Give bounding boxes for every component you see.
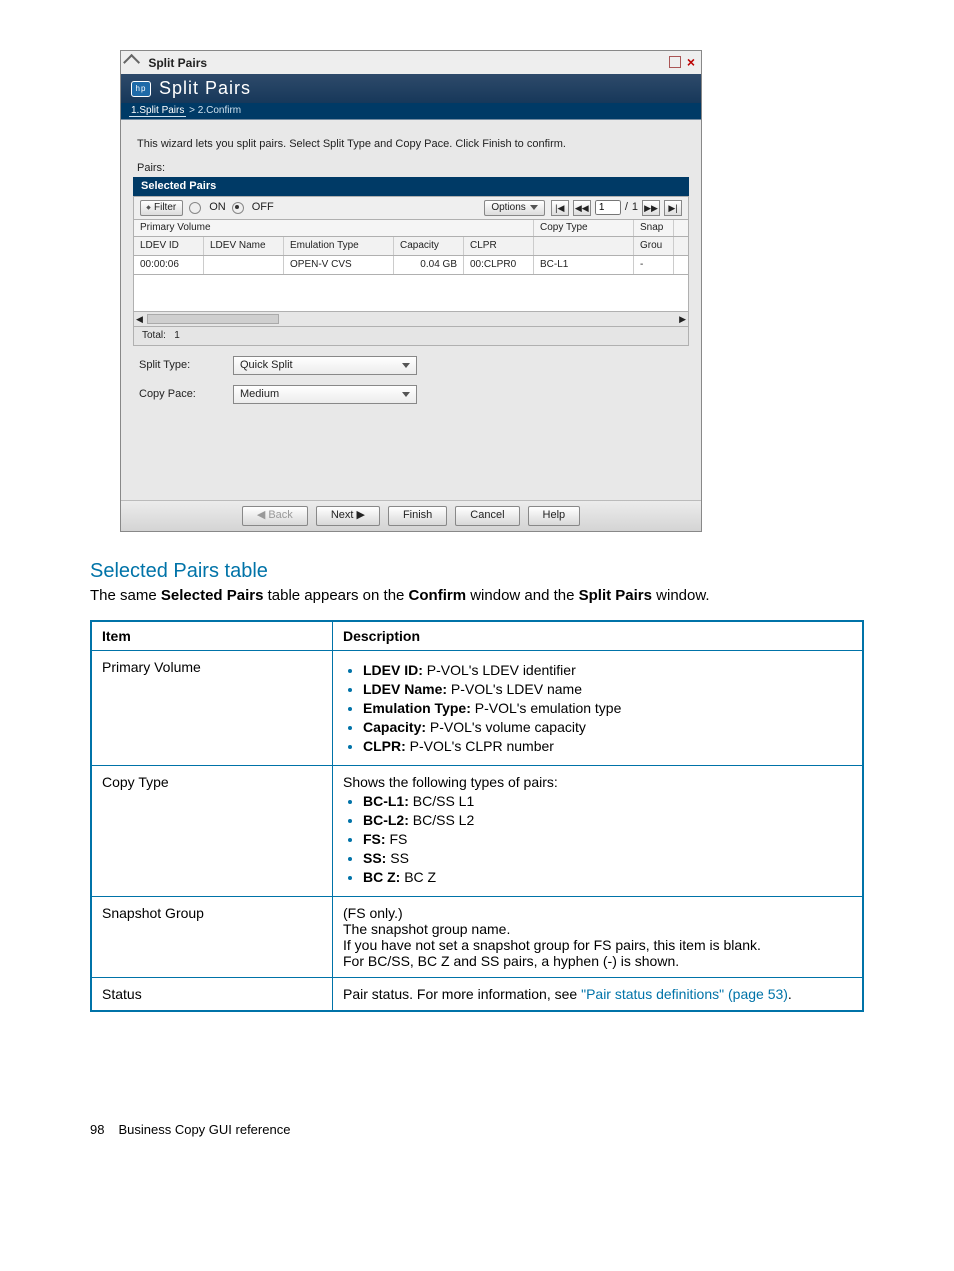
cell-ldev-id: 00:00:06 [134,256,204,274]
th-item: Item [91,621,333,651]
col-ldev-id[interactable]: LDEV ID [134,237,204,255]
copy-pace-row: Copy Pace: Medium [139,385,689,404]
breadcrumb-step2[interactable]: 2.Confirm [198,105,241,116]
page-first-button[interactable]: |◀ [551,200,569,216]
collapse-icon[interactable] [123,54,140,71]
chevron-up-icon [146,206,150,210]
page-last-button[interactable]: ▶| [664,200,682,216]
split-pairs-wizard: Split Pairs × hp Split Pairs 1.Split Pai… [120,50,702,532]
page-prev-button[interactable]: ◀◀ [573,200,591,216]
header-title: Split Pairs [159,78,251,100]
pair-status-link[interactable]: "Pair status definitions" (page 53) [581,986,788,1002]
wizard-description: This wizard lets you split pairs. Select… [137,138,685,151]
col-clpr[interactable]: CLPR [464,237,534,255]
wizard-header: hp Split Pairs [121,74,701,104]
filter-on-label: ON [209,201,226,214]
split-type-select[interactable]: Quick Split [233,356,417,375]
table-toolbar: Filter ON OFF Options |◀ ◀◀ / 1 ▶▶ [133,196,689,220]
filter-off-label: OFF [252,201,274,214]
chapter-name: Business Copy GUI reference [118,1122,290,1137]
horizontal-scrollbar[interactable]: ◀ ▶ [133,312,689,327]
col-emulation-type[interactable]: Emulation Type [284,237,394,255]
desc-cell: (FS only.) The snapshot group name. If y… [333,896,864,977]
pairs-label: Pairs: [137,162,689,175]
split-type-row: Split Type: Quick Split [139,356,689,375]
wizard-footer: ◀ Back Next ▶ Finish Cancel Help [121,500,701,530]
col-capacity[interactable]: Capacity [394,237,464,255]
desc-cell: LDEV ID: P-VOL's LDEV identifier LDEV Na… [333,650,864,765]
copy-pace-select[interactable]: Medium [233,385,417,404]
desc-cell: Shows the following types of pairs: BC-L… [333,765,864,896]
maximize-icon[interactable] [669,56,681,68]
cell-capacity: 0.04 GB [394,256,464,274]
finish-button[interactable]: Finish [388,506,447,525]
filter-button[interactable]: Filter [140,200,183,216]
cell-emulation-type: OPEN-V CVS [284,256,394,274]
hp-logo-icon: hp [131,81,151,97]
col-snapshot-sub: Grou [634,237,674,255]
total-value: 1 [174,330,180,341]
window-titlebar: Split Pairs × [121,51,701,74]
cell-copy-type: BC-L1 [534,256,634,274]
item-cell: Snapshot Group [91,896,333,977]
chevron-down-icon [402,392,410,397]
group-primary-volume: Primary Volume [134,220,534,236]
table-empty-area [133,275,689,312]
window-title: Split Pairs [148,56,207,70]
page-current-input[interactable] [595,200,621,215]
filter-off-radio[interactable] [232,202,244,214]
cancel-button[interactable]: Cancel [455,506,519,525]
breadcrumb-step1[interactable]: 1.Split Pairs [129,105,186,117]
desc-cell: Pair status. For more information, see "… [333,977,864,1011]
filter-on-radio[interactable] [189,202,201,214]
item-cell: Status [91,977,333,1011]
page-total: 1 [632,201,638,214]
page-next-button[interactable]: ▶▶ [642,200,660,216]
section-title: Selected Pairs table [90,560,864,583]
page-footer: 98 Business Copy GUI reference [90,1122,864,1137]
help-button[interactable]: Help [528,506,581,525]
table-row[interactable]: 00:00:06 OPEN-V CVS 0.04 GB 00:CLPR0 BC-… [133,256,689,275]
cell-ldev-name [204,256,284,274]
table-total-row: Total: 1 [133,327,689,346]
back-button[interactable]: ◀ Back [242,506,308,525]
options-button[interactable]: Options [484,200,544,216]
breadcrumb: 1.Split Pairs > 2.Confirm [121,103,701,120]
cell-snapshot: - [634,256,674,274]
table-row: Status Pair status. For more information… [91,977,863,1011]
copy-pace-label: Copy Pace: [139,388,219,401]
table-column-header: LDEV ID LDEV Name Emulation Type Capacit… [133,237,689,256]
cell-clpr: 00:CLPR0 [464,256,534,274]
pager: |◀ ◀◀ / 1 ▶▶ ▶| [551,200,682,216]
col-ldev-name[interactable]: LDEV Name [204,237,284,255]
chevron-down-icon [530,205,538,210]
th-description: Description [333,621,864,651]
table-row: Copy Type Shows the following types of p… [91,765,863,896]
item-cell: Copy Type [91,765,333,896]
scroll-left-icon[interactable]: ◀ [136,314,143,325]
scroll-thumb[interactable] [147,314,279,324]
next-button[interactable]: Next ▶ [316,506,380,525]
selected-pairs-header: Selected Pairs [133,177,689,196]
page-number: 98 [90,1122,104,1137]
group-snapshot: Snap [634,220,674,236]
table-row: Primary Volume LDEV ID: P-VOL's LDEV ide… [91,650,863,765]
item-cell: Primary Volume [91,650,333,765]
table-group-header: Primary Volume Copy Type Snap [133,220,689,237]
close-icon[interactable]: × [687,54,695,71]
section-intro: The same Selected Pairs table appears on… [90,587,864,604]
chevron-down-icon [402,363,410,368]
scroll-right-icon[interactable]: ▶ [679,314,686,325]
table-row: Snapshot Group (FS only.) The snapshot g… [91,896,863,977]
split-type-label: Split Type: [139,359,219,372]
description-table: Item Description Primary Volume LDEV ID:… [90,620,864,1012]
group-copy-type: Copy Type [534,220,634,236]
